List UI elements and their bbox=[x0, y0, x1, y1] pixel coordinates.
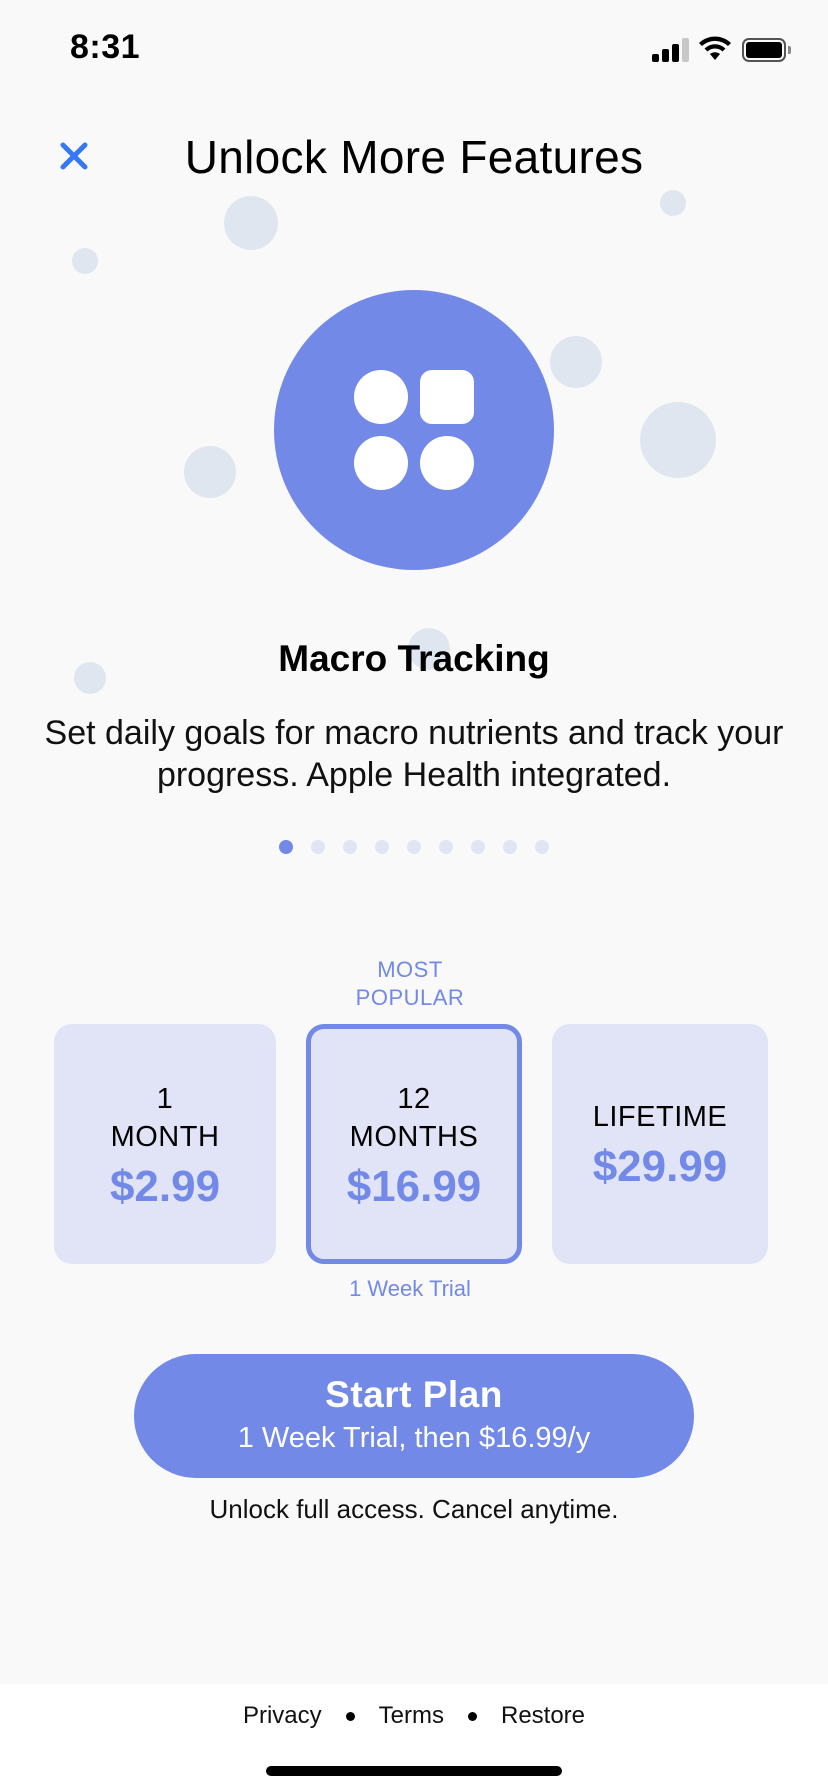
start-plan-label: Start Plan bbox=[325, 1374, 503, 1415]
decorative-bubble bbox=[550, 336, 602, 388]
feature-description: Set daily goals for macro nutrients and … bbox=[44, 714, 784, 794]
page-indicator[interactable] bbox=[0, 840, 828, 854]
page-dot[interactable] bbox=[535, 840, 549, 854]
status-time: 8:31 bbox=[70, 28, 141, 66]
page-dot[interactable] bbox=[343, 840, 357, 854]
start-plan-sublabel: 1 Week Trial, then $16.99/y bbox=[237, 1422, 591, 1454]
restore-link[interactable]: Restore bbox=[501, 1702, 585, 1730]
separator-dot bbox=[345, 1711, 355, 1721]
feature-hero-circle bbox=[274, 290, 554, 570]
page-dot[interactable] bbox=[279, 840, 293, 854]
home-indicator[interactable] bbox=[266, 1766, 562, 1776]
trial-note: 1 Week Trial bbox=[349, 1276, 471, 1301]
apps-grid-icon bbox=[354, 370, 474, 490]
plan-price: $16.99 bbox=[346, 1162, 482, 1211]
separator-dot bbox=[467, 1711, 477, 1721]
privacy-link[interactable]: Privacy bbox=[243, 1702, 322, 1730]
plan-card-12-months[interactable]: 12 MONTHS $16.99 bbox=[306, 1024, 522, 1264]
battery-icon bbox=[742, 38, 791, 62]
plan-price: $2.99 bbox=[109, 1162, 221, 1211]
decorative-bubble bbox=[224, 196, 278, 250]
decorative-bubble bbox=[640, 402, 716, 478]
plan-card-1-month[interactable]: 1 MONTH $2.99 bbox=[54, 1024, 276, 1264]
plan-name-line1: LIFETIME bbox=[592, 1101, 728, 1133]
plan-name-line1: 12 bbox=[397, 1083, 431, 1115]
plan-price: $29.99 bbox=[592, 1142, 728, 1191]
decorative-bubble bbox=[72, 248, 98, 274]
page-dot[interactable] bbox=[439, 840, 453, 854]
decorative-bubble bbox=[184, 446, 236, 498]
plan-name-line2: MONTHS bbox=[349, 1121, 479, 1153]
start-plan-button[interactable]: Start Plan 1 Week Trial, then $16.99/y bbox=[134, 1354, 694, 1478]
terms-link[interactable]: Terms bbox=[379, 1702, 444, 1730]
close-icon[interactable] bbox=[56, 138, 92, 174]
cellular-signal-icon bbox=[652, 38, 690, 62]
page-dot[interactable] bbox=[311, 840, 325, 854]
cancel-anytime-text: Unlock full access. Cancel anytime. bbox=[209, 1494, 619, 1524]
decorative-bubble bbox=[660, 190, 686, 216]
page-dot[interactable] bbox=[375, 840, 389, 854]
page-dot[interactable] bbox=[471, 840, 485, 854]
plan-name-line1: 1 bbox=[156, 1083, 174, 1115]
page-dot[interactable] bbox=[407, 840, 421, 854]
page-title: Unlock More Features bbox=[184, 131, 644, 183]
footer: Privacy Terms Restore bbox=[0, 1684, 828, 1792]
feature-title: Macro Tracking bbox=[278, 638, 550, 679]
wifi-icon bbox=[699, 36, 731, 60]
plan-card-lifetime[interactable]: LIFETIME $29.99 bbox=[552, 1024, 768, 1264]
page-dot[interactable] bbox=[503, 840, 517, 854]
plan-name-line2: MONTH bbox=[110, 1121, 220, 1153]
most-popular-badge: MOST POPULAR bbox=[355, 957, 465, 1010]
